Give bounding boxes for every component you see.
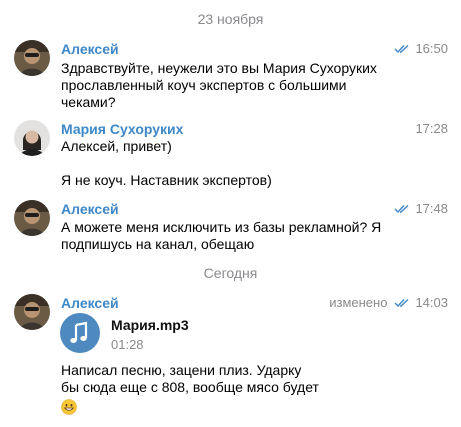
avatar-alexey[interactable] <box>14 40 50 76</box>
text-line <box>61 155 272 172</box>
edited-label: изменено <box>329 295 388 310</box>
text-line: Написал песню, зацени плиз. Ударку <box>61 362 302 378</box>
audio-play-button[interactable] <box>60 313 100 353</box>
message-time: 16:50 <box>415 41 448 56</box>
chat-history[interactable]: 23 ноября Алексей 16:50 Здравствуйте, не… <box>0 0 461 427</box>
double-check-icon <box>394 204 409 213</box>
message-text: Алексей, привет) Я не коуч. Наставник эк… <box>61 138 272 189</box>
sender-name[interactable]: Алексей <box>61 295 119 311</box>
text-line: Здравствуйте, неужели это вы Мария Сухор… <box>61 60 377 76</box>
message-time: 17:48 <box>415 201 448 216</box>
text-line: подпишусь на канал, обещаю <box>61 236 255 252</box>
sender-name[interactable]: Алексей <box>61 201 119 217</box>
double-check-icon <box>394 44 409 53</box>
avatar-alexey[interactable] <box>14 200 50 236</box>
text-line: А можете меня исключить из базы рекламно… <box>61 219 382 235</box>
text-line: Я не коуч. Наставник экспертов) <box>61 172 272 188</box>
text-line: чеками? <box>61 94 116 110</box>
text-line: прославленный коуч экспертов с большими <box>61 77 347 93</box>
text-line: бы сюда еще с 808, вообще мясо будет <box>61 379 319 395</box>
message-meta: изменено 14:03 <box>329 295 448 310</box>
sender-name[interactable]: Алексей <box>61 41 119 57</box>
grinning-face-emoji <box>61 399 77 415</box>
avatar-maria[interactable] <box>14 120 50 156</box>
date-separator: Сегодня <box>203 265 258 281</box>
message-meta: 17:48 <box>394 201 448 216</box>
date-separator: 23 ноября <box>197 11 264 27</box>
message-time: 14:03 <box>415 295 448 310</box>
message-text: Написал песню, зацени плиз. Ударку бы сю… <box>61 362 319 396</box>
message-meta: 17:28 <box>415 121 448 136</box>
message-text: А можете меня исключить из базы рекламно… <box>61 219 381 253</box>
music-note-icon <box>70 321 88 343</box>
audio-file-name[interactable]: Мария.mp3 <box>111 317 189 333</box>
avatar-alexey[interactable] <box>14 294 50 330</box>
audio-duration: 01:28 <box>111 337 144 352</box>
message-time: 17:28 <box>415 121 448 136</box>
message-text: Здравствуйте, неужели это вы Мария Сухор… <box>61 60 377 111</box>
double-check-icon <box>394 298 409 307</box>
text-line: Алексей, привет) <box>61 138 172 154</box>
message-meta: 16:50 <box>394 41 448 56</box>
sender-name[interactable]: Мария Сухоруких <box>61 121 183 137</box>
